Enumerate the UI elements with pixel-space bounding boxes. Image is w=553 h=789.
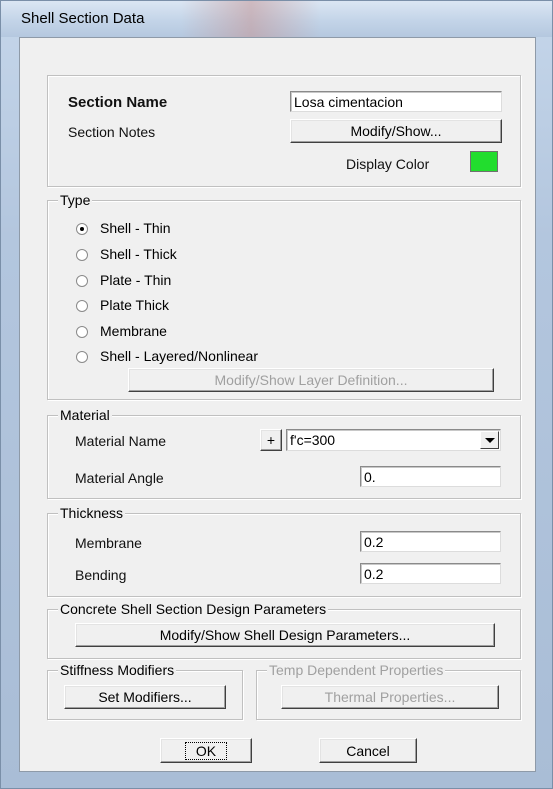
radio-shell-thick-label[interactable]: Shell - Thick [100,246,177,262]
radio-shell-thick[interactable] [76,249,88,261]
radio-shell-thin-label[interactable]: Shell - Thin [100,220,171,236]
layer-definition-button[interactable]: Modify/Show Layer Definition... [128,368,494,392]
material-group: Material Material Name + f'c=300 Materia… [47,407,521,499]
radio-plate-thick[interactable] [76,300,88,312]
radio-plate-thick-label[interactable]: Plate Thick [100,297,169,313]
radio-shell-layered-label[interactable]: Shell - Layered/Nonlinear [100,348,258,364]
type-legend: Type [58,192,93,208]
title-bar-artifact [181,1,321,37]
bending-label: Bending [75,567,127,583]
material-add-button[interactable]: + [260,429,282,451]
stiffness-modifiers-legend: Stiffness Modifiers [58,662,177,678]
set-modifiers-button[interactable]: Set Modifiers... [64,685,226,709]
material-angle-label: Material Angle [75,470,164,486]
ok-button-label: OK [184,741,228,760]
temp-dependent-legend: Temp Dependent Properties [267,662,446,678]
material-name-label: Material Name [75,433,167,449]
thickness-group: Thickness Membrane 0.2 Bending 0.2 [47,505,521,597]
section-group: Section Name Losa cimentacion Section No… [47,75,521,187]
radio-membrane-label[interactable]: Membrane [100,323,167,339]
type-group: Type Shell - Thin Shell - Thick Plate - … [47,192,521,400]
section-name-label: Section Name [68,94,168,111]
thermal-properties-button[interactable]: Thermal Properties... [281,685,499,709]
membrane-label: Membrane [75,535,142,551]
title-bar[interactable]: Shell Section Data [1,1,552,37]
section-notes-label: Section Notes [68,124,156,140]
ok-button[interactable]: OK [160,738,252,763]
dialog-body: Section Name Losa cimentacion Section No… [19,37,536,772]
section-name-input[interactable]: Losa cimentacion [290,91,502,112]
radio-shell-layered[interactable] [76,351,88,363]
cancel-button[interactable]: Cancel [319,738,417,763]
bending-thickness-input[interactable]: 0.2 [360,563,501,584]
radio-plate-thin-label[interactable]: Plate - Thin [100,272,171,288]
shell-design-params-button[interactable]: Modify/Show Shell Design Parameters... [75,623,495,647]
material-name-select[interactable]: f'c=300 [286,429,501,451]
radio-plate-thin[interactable] [76,275,88,287]
section-notes-button[interactable]: Modify/Show... [290,119,502,143]
display-color-label: Display Color [346,156,430,172]
design-params-group: Concrete Shell Section Design Parameters… [47,601,521,659]
material-dropdown-button[interactable] [480,431,499,449]
display-color-swatch[interactable] [470,151,498,172]
stiffness-modifiers-group: Stiffness Modifiers Set Modifiers... [47,662,243,720]
shell-section-data-dialog: Shell Section Data Section Name Losa cim… [0,0,553,789]
radio-shell-thin[interactable] [76,223,88,235]
thickness-legend: Thickness [58,505,126,521]
temp-dependent-group: Temp Dependent Properties Thermal Proper… [256,662,521,720]
chevron-down-icon [484,437,495,443]
material-angle-input[interactable]: 0. [360,466,501,487]
radio-membrane[interactable] [76,326,88,338]
material-name-value: f'c=300 [290,432,336,448]
material-legend: Material [58,407,112,423]
window-title: Shell Section Data [21,10,145,27]
membrane-thickness-input[interactable]: 0.2 [360,531,501,552]
design-params-legend: Concrete Shell Section Design Parameters [58,601,329,617]
